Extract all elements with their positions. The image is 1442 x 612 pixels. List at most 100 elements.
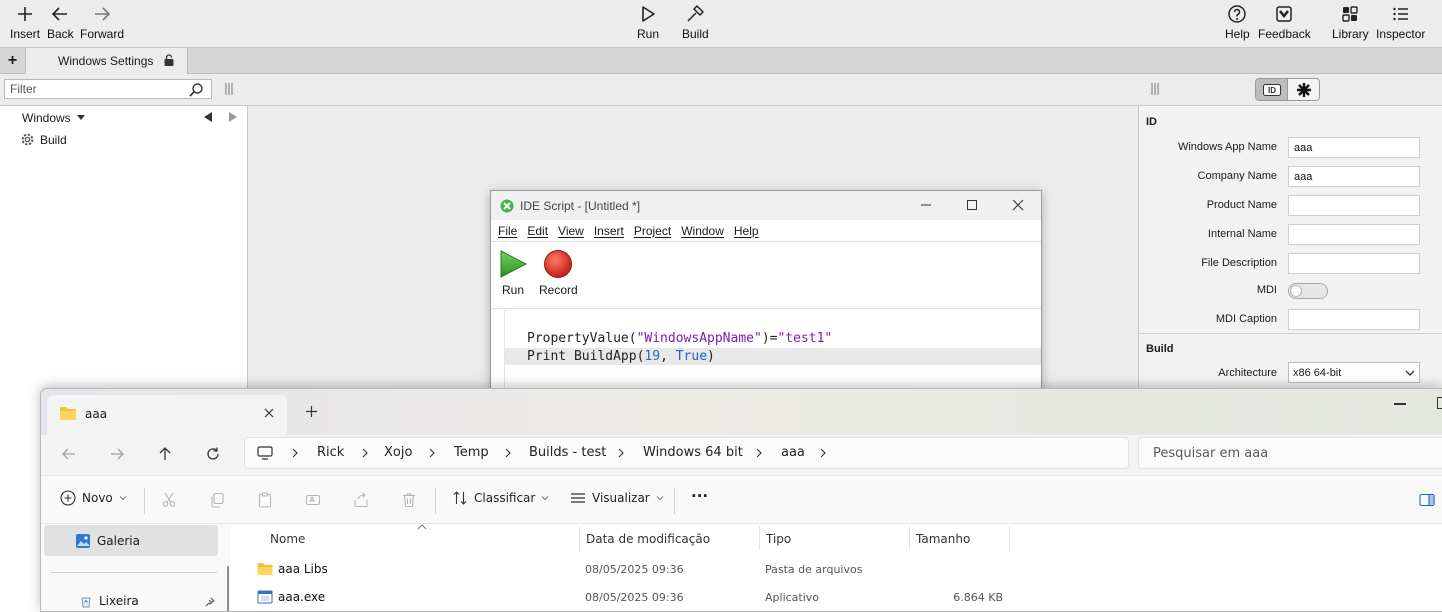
- panel-grip-icon[interactable]: [1150, 83, 1160, 95]
- view-button[interactable]: Visualizar: [570, 490, 664, 506]
- lock-icon[interactable]: [163, 54, 175, 66]
- file-list: Nome Data de modificação Tipo Tamanho aa…: [231, 524, 1442, 611]
- details-pane-icon[interactable]: [1419, 492, 1435, 508]
- refresh-icon[interactable]: [205, 446, 221, 462]
- rename-icon[interactable]: [305, 492, 321, 508]
- breadcrumb-aaa[interactable]: aaa: [781, 445, 805, 460]
- breadcrumb-temp[interactable]: Temp: [454, 445, 489, 460]
- id-icon: ID: [1262, 83, 1281, 96]
- copy-icon[interactable]: [209, 492, 225, 508]
- section-header-id: ID: [1146, 116, 1157, 128]
- new-button[interactable]: Novo: [60, 490, 127, 506]
- column-separator[interactable]: [759, 526, 760, 550]
- command-separator: [144, 488, 145, 514]
- maximize-icon[interactable]: [1437, 397, 1442, 409]
- file-modified: 08/05/2025 09:36: [585, 591, 684, 604]
- internal-name-field[interactable]: [1288, 224, 1420, 245]
- back-arrow-icon[interactable]: [61, 446, 77, 462]
- architecture-select[interactable]: x86 64-bit: [1288, 362, 1420, 383]
- sort-up-arrow-icon: [417, 524, 427, 530]
- mdi-caption-field[interactable]: [1288, 309, 1420, 330]
- share-icon[interactable]: [353, 492, 369, 508]
- nav-group-windows[interactable]: Windows: [22, 111, 85, 125]
- up-arrow-icon[interactable]: [157, 446, 173, 462]
- view-label: Visualizar: [592, 491, 650, 505]
- minimize-icon[interactable]: [919, 198, 933, 212]
- column-separator[interactable]: [1009, 526, 1010, 550]
- breadcrumb-rick[interactable]: Rick: [317, 445, 344, 460]
- company-name-field[interactable]: [1288, 166, 1420, 187]
- forward-button[interactable]: Forward: [80, 4, 124, 41]
- column-separator[interactable]: [579, 526, 580, 550]
- run-button[interactable]: Run: [637, 4, 659, 41]
- column-separator[interactable]: [909, 526, 910, 550]
- sidebar-item-recycle-bin[interactable]: Lixeira: [79, 594, 139, 608]
- minimize-icon[interactable]: [1394, 403, 1406, 405]
- file-row[interactable]: aaa Libs 08/05/2025 09:36 Pasta de arqui…: [231, 557, 1442, 583]
- menu-insert[interactable]: Insert: [594, 224, 624, 238]
- sidebar-scrollbar[interactable]: [227, 566, 229, 611]
- script-run-button[interactable]: Run: [498, 249, 528, 297]
- nav-group-label: Windows: [22, 111, 71, 125]
- forward-label: Forward: [80, 27, 125, 41]
- nav-item-build[interactable]: Build: [20, 132, 67, 147]
- more-options-button[interactable]: ···: [691, 487, 708, 505]
- menu-project[interactable]: Project: [634, 224, 671, 238]
- triangle-left-icon[interactable]: [203, 112, 213, 122]
- triangle-right-icon[interactable]: [228, 112, 238, 122]
- chevron-right-icon: [756, 448, 762, 458]
- menu-file[interactable]: File: [498, 224, 517, 238]
- filter-input[interactable]: [4, 79, 212, 99]
- help-button[interactable]: Help: [1225, 4, 1250, 41]
- breadcrumb-builds-test[interactable]: Builds - test: [529, 445, 606, 460]
- chevron-right-icon: [292, 448, 298, 458]
- explorer-tab[interactable]: aaa: [47, 395, 287, 435]
- script-title-bar[interactable]: IDE Script - [Untitled *]: [491, 191, 1041, 220]
- search-input[interactable]: [1138, 437, 1442, 469]
- menu-edit[interactable]: Edit: [527, 224, 548, 238]
- menu-view[interactable]: View: [558, 224, 584, 238]
- segment-id[interactable]: ID: [1256, 79, 1288, 100]
- file-description-field[interactable]: [1288, 253, 1420, 274]
- sidebar-item-gallery[interactable]: Galeria: [44, 525, 218, 556]
- close-icon[interactable]: [263, 407, 275, 419]
- plus-icon: [18, 7, 32, 21]
- panel-grip-icon[interactable]: [224, 83, 234, 95]
- chevron-right-icon[interactable]: [819, 448, 827, 458]
- delete-icon[interactable]: [401, 492, 417, 508]
- new-tab-icon[interactable]: [305, 405, 318, 418]
- cut-icon[interactable]: [161, 492, 177, 508]
- address-bar[interactable]: Rick Xojo Temp Builds - test Windows 64 …: [244, 437, 1129, 469]
- column-modified[interactable]: Data de modificação: [586, 532, 710, 546]
- add-tab-button[interactable]: +: [0, 48, 26, 73]
- chevron-right-icon: [618, 448, 624, 458]
- build-button[interactable]: Build: [682, 4, 709, 41]
- tab-windows-settings[interactable]: Windows Settings: [26, 48, 188, 74]
- script-record-button[interactable]: Record: [539, 249, 578, 297]
- back-button[interactable]: Back: [47, 4, 74, 41]
- feedback-button[interactable]: Feedback: [1258, 4, 1311, 41]
- menu-help[interactable]: Help: [734, 224, 759, 238]
- inspector-button[interactable]: Inspector: [1376, 4, 1425, 41]
- forward-arrow-icon[interactable]: [109, 446, 125, 462]
- breadcrumb-xojo[interactable]: Xojo: [384, 445, 412, 460]
- breadcrumb-windows-64-bit[interactable]: Windows 64 bit: [643, 445, 743, 460]
- menu-window[interactable]: Window: [681, 224, 724, 238]
- file-row[interactable]: aaa.exe 08/05/2025 09:36 Aplicativo 6.86…: [231, 585, 1442, 611]
- column-type[interactable]: Tipo: [766, 532, 791, 546]
- close-icon[interactable]: [1011, 198, 1025, 212]
- mdi-toggle[interactable]: [1288, 283, 1328, 299]
- sort-button[interactable]: Classificar: [452, 490, 549, 506]
- column-size[interactable]: Tamanho: [916, 532, 970, 546]
- section-header-build: Build: [1146, 343, 1174, 355]
- segment-gear[interactable]: [1288, 79, 1319, 100]
- windows-app-name-field[interactable]: [1288, 137, 1420, 158]
- maximize-icon[interactable]: [965, 198, 979, 212]
- product-name-field[interactable]: [1288, 195, 1420, 216]
- pin-icon[interactable]: [205, 597, 215, 607]
- column-name[interactable]: Nome: [270, 532, 305, 546]
- script-code-editor[interactable]: PropertyValue("WindowsAppName")="test1" …: [491, 310, 1041, 400]
- paste-icon[interactable]: [257, 492, 273, 508]
- insert-button[interactable]: Insert: [10, 4, 40, 41]
- library-button[interactable]: Library: [1332, 4, 1369, 41]
